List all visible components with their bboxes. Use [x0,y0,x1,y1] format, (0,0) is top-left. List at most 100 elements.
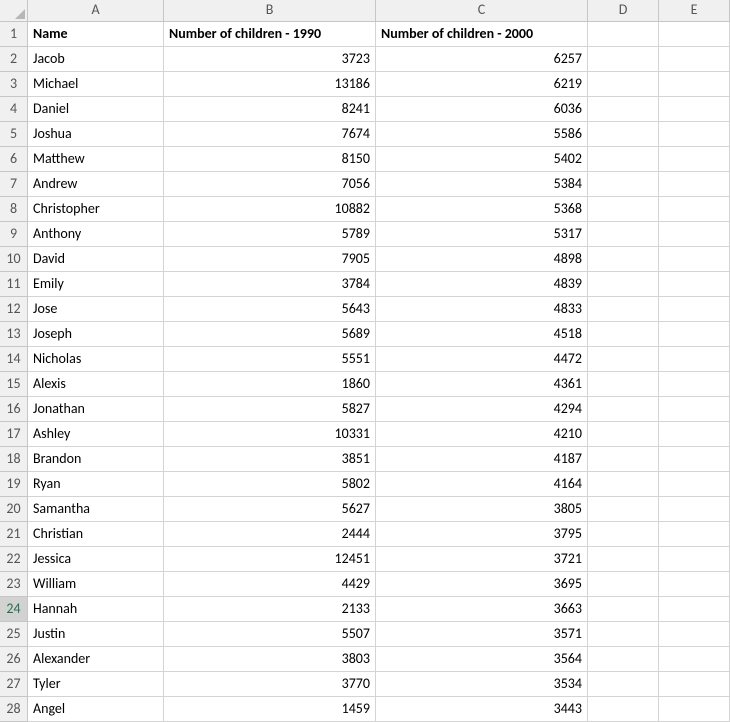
cell-E8[interactable] [659,197,730,222]
cell-D24[interactable] [588,597,659,622]
row-header-17[interactable]: 17 [0,422,28,447]
row-header-23[interactable]: 23 [0,572,28,597]
cell-C23[interactable]: 3695 [376,572,588,597]
cell-A21[interactable]: Christian [28,522,164,547]
row-header-9[interactable]: 9 [0,222,28,247]
row-header-15[interactable]: 15 [0,372,28,397]
cell-E3[interactable] [659,72,730,97]
cell-C17[interactable]: 4210 [376,422,588,447]
cell-E27[interactable] [659,672,730,697]
cell-B4[interactable]: 8241 [164,97,376,122]
cell-D20[interactable] [588,497,659,522]
cell-E15[interactable] [659,372,730,397]
cell-E20[interactable] [659,497,730,522]
col-header-A[interactable]: A [28,0,164,22]
cell-E17[interactable] [659,422,730,447]
cell-B25[interactable]: 5507 [164,622,376,647]
cell-D4[interactable] [588,97,659,122]
cell-B9[interactable]: 5789 [164,222,376,247]
cell-D2[interactable] [588,47,659,72]
cell-C7[interactable]: 5384 [376,172,588,197]
cell-A19[interactable]: Ryan [28,472,164,497]
cell-B14[interactable]: 5551 [164,347,376,372]
cell-A16[interactable]: Jonathan [28,397,164,422]
cell-C2[interactable]: 6257 [376,47,588,72]
cell-B20[interactable]: 5627 [164,497,376,522]
header-cell-B[interactable]: Number of children - 1990 [164,22,376,47]
row-header-20[interactable]: 20 [0,497,28,522]
row-header-12[interactable]: 12 [0,297,28,322]
cell-B17[interactable]: 10331 [164,422,376,447]
cell-D11[interactable] [588,272,659,297]
cell-E6[interactable] [659,147,730,172]
cell-D14[interactable] [588,347,659,372]
cell-A12[interactable]: Jose [28,297,164,322]
cell-E24[interactable] [659,597,730,622]
cell-A26[interactable]: Alexander [28,647,164,672]
cell-C18[interactable]: 4187 [376,447,588,472]
cell-C13[interactable]: 4518 [376,322,588,347]
row-header-18[interactable]: 18 [0,447,28,472]
cell-C19[interactable]: 4164 [376,472,588,497]
cell-D23[interactable] [588,572,659,597]
cell-E7[interactable] [659,172,730,197]
cell-C25[interactable]: 3571 [376,622,588,647]
cell-E28[interactable] [659,697,730,722]
cell-D19[interactable] [588,472,659,497]
col-header-B[interactable]: B [164,0,376,22]
row-header-4[interactable]: 4 [0,97,28,122]
cell-D17[interactable] [588,422,659,447]
cell-B19[interactable]: 5802 [164,472,376,497]
cell-D25[interactable] [588,622,659,647]
row-header-26[interactable]: 26 [0,647,28,672]
cell-D27[interactable] [588,672,659,697]
cell-D16[interactable] [588,397,659,422]
col-header-C[interactable]: C [376,0,588,22]
cell-C8[interactable]: 5368 [376,197,588,222]
cell-A6[interactable]: Matthew [28,147,164,172]
cell-D5[interactable] [588,122,659,147]
cell-C26[interactable]: 3564 [376,647,588,672]
cell-C22[interactable]: 3721 [376,547,588,572]
cell-A11[interactable]: Emily [28,272,164,297]
cell-E22[interactable] [659,547,730,572]
row-header-2[interactable]: 2 [0,47,28,72]
cell-A3[interactable]: Michael [28,72,164,97]
cell-E14[interactable] [659,347,730,372]
select-all-corner[interactable] [0,0,28,22]
cell-C6[interactable]: 5402 [376,147,588,172]
cell-D9[interactable] [588,222,659,247]
cell-E10[interactable] [659,247,730,272]
cell-E2[interactable] [659,47,730,72]
cell-C11[interactable]: 4839 [376,272,588,297]
cell-B11[interactable]: 3784 [164,272,376,297]
cell-D15[interactable] [588,372,659,397]
cell-B5[interactable]: 7674 [164,122,376,147]
cell-A22[interactable]: Jessica [28,547,164,572]
cell-C27[interactable]: 3534 [376,672,588,697]
cell-E23[interactable] [659,572,730,597]
cell-E4[interactable] [659,97,730,122]
cell-B10[interactable]: 7905 [164,247,376,272]
row-header-7[interactable]: 7 [0,172,28,197]
cell-D13[interactable] [588,322,659,347]
cell-C24[interactable]: 3663 [376,597,588,622]
row-header-11[interactable]: 11 [0,272,28,297]
cell-B15[interactable]: 1860 [164,372,376,397]
header-cell-A[interactable]: Name [28,22,164,47]
cell-C21[interactable]: 3795 [376,522,588,547]
cell-B23[interactable]: 4429 [164,572,376,597]
cell-C12[interactable]: 4833 [376,297,588,322]
cell-B27[interactable]: 3770 [164,672,376,697]
cell-C28[interactable]: 3443 [376,697,588,722]
cell-D28[interactable] [588,697,659,722]
cell-A10[interactable]: David [28,247,164,272]
cell-B16[interactable]: 5827 [164,397,376,422]
cell-A13[interactable]: Joseph [28,322,164,347]
cell-B21[interactable]: 2444 [164,522,376,547]
cell-A9[interactable]: Anthony [28,222,164,247]
row-header-14[interactable]: 14 [0,347,28,372]
cell-A4[interactable]: Daniel [28,97,164,122]
row-header-28[interactable]: 28 [0,697,28,722]
cell-A23[interactable]: William [28,572,164,597]
